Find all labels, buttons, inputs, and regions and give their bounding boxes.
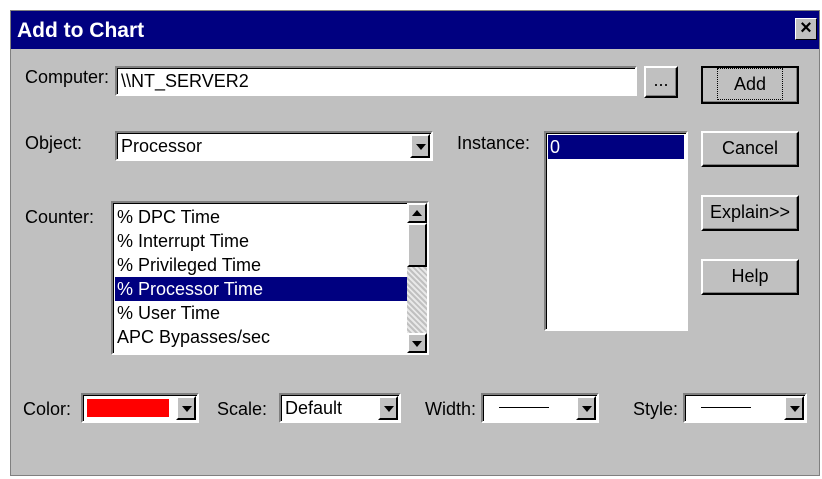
style-label: Style: [633, 399, 679, 419]
instance-list[interactable]: 0 [544, 131, 688, 331]
add-button[interactable]: Add [701, 66, 799, 104]
computer-value: \\NT_SERVER2 [121, 71, 249, 91]
computer-input[interactable]: \\NT_SERVER2 [115, 66, 637, 96]
scale-label: Scale: [217, 399, 268, 419]
instance-label: Instance: [457, 133, 531, 153]
scroll-thumb[interactable] [407, 223, 427, 267]
explain-button-label: Explain>> [709, 202, 791, 222]
scale-dropdown-chevron-down-icon[interactable] [378, 396, 398, 420]
width-select[interactable] [481, 393, 599, 423]
add-button-label: Add [716, 68, 784, 100]
color-swatch [87, 399, 169, 417]
help-button[interactable]: Help [701, 259, 799, 295]
counter-item[interactable]: % DPC Time [115, 205, 407, 229]
browse-button[interactable]: ... [644, 66, 678, 98]
counter-label: Counter: [25, 207, 95, 227]
object-select[interactable]: Processor [115, 131, 433, 161]
counter-list[interactable]: % DPC Time % Interrupt Time % Privileged… [111, 201, 429, 355]
object-value: Processor [121, 136, 203, 156]
explain-button[interactable]: Explain>> [701, 195, 799, 231]
scroll-up-icon[interactable] [407, 203, 427, 223]
counter-scrollbar[interactable] [407, 203, 427, 353]
title-bar[interactable]: Add to Chart × [11, 11, 819, 49]
style-select[interactable] [683, 393, 807, 423]
cancel-button[interactable]: Cancel [701, 131, 799, 167]
counter-item[interactable]: % Privileged Time [115, 253, 407, 277]
counter-item[interactable]: APC Bypasses/sec [115, 325, 407, 349]
width-label: Width: [425, 399, 477, 419]
scale-value: Default [285, 398, 343, 418]
style-dropdown-chevron-down-icon[interactable] [784, 396, 804, 420]
browse-label: ... [653, 70, 669, 90]
computer-label: Computer: [25, 67, 110, 87]
counter-item-selected[interactable]: % Processor Time [115, 277, 407, 301]
close-icon[interactable]: × [795, 18, 817, 40]
scroll-down-icon[interactable] [407, 333, 427, 353]
dialog-title: Add to Chart [17, 19, 145, 42]
object-label: Object: [25, 133, 83, 153]
style-line-sample [701, 407, 751, 408]
scale-select[interactable]: Default [279, 393, 401, 423]
object-dropdown-chevron-down-icon[interactable] [410, 134, 430, 158]
color-select[interactable] [81, 393, 199, 423]
width-dropdown-chevron-down-icon[interactable] [576, 396, 596, 420]
color-label: Color: [23, 399, 72, 419]
add-to-chart-dialog: Add to Chart × Computer: \\NT_SERVER2 ..… [10, 10, 820, 476]
counter-item[interactable]: % User Time [115, 301, 407, 325]
help-button-label: Help [731, 266, 769, 286]
counter-item[interactable]: % Interrupt Time [115, 229, 407, 253]
color-dropdown-chevron-down-icon[interactable] [176, 396, 196, 420]
instance-item[interactable]: 0 [548, 135, 684, 159]
cancel-button-label: Cancel [721, 138, 779, 158]
width-line-sample [499, 407, 549, 408]
